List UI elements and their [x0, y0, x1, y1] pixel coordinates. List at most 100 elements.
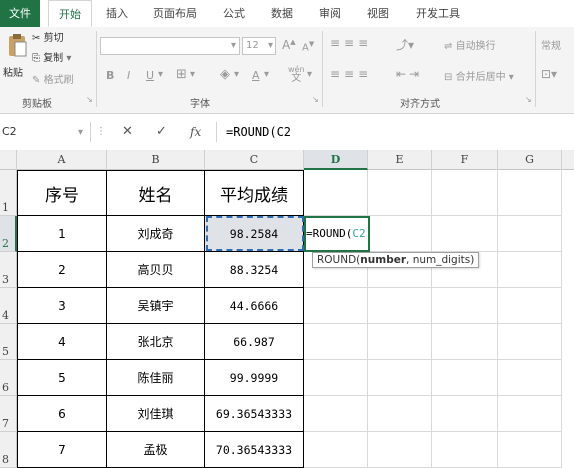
column-header-b[interactable]: B [107, 150, 205, 170]
tab-formulas[interactable]: 公式 [216, 0, 252, 27]
cell[interactable] [304, 324, 368, 360]
column-header-g[interactable]: G [498, 150, 562, 170]
tab-view[interactable]: 视图 [360, 0, 396, 27]
enter-icon[interactable]: ✓ [156, 122, 167, 142]
spreadsheet-grid[interactable]: A B C D E F G 1 2 3 4 5 6 7 8 序号 姓名 平均成绩… [0, 150, 574, 468]
table-cell[interactable]: 刘佳琪 [107, 396, 205, 432]
cell[interactable] [368, 360, 432, 396]
row-header-5[interactable]: 5 [0, 324, 17, 360]
cell[interactable] [498, 432, 562, 468]
table-cell[interactable]: 88.3254 [205, 252, 304, 288]
grow-font-button[interactable]: A▲ [282, 38, 296, 52]
cell[interactable] [368, 170, 432, 216]
underline-button[interactable]: U [146, 69, 154, 82]
name-box-dropdown-icon[interactable]: ▾ [78, 127, 83, 138]
table-cell[interactable]: 70.36543333 [205, 432, 304, 468]
currency-icon[interactable]: ⊡▾ [541, 67, 557, 81]
cell[interactable] [432, 360, 498, 396]
tab-home[interactable]: 开始 [48, 0, 92, 27]
font-size-combo[interactable]: 12 ▾ [242, 37, 276, 55]
bold-button[interactable]: B [106, 69, 114, 82]
table-header-cell[interactable]: 姓名 [107, 170, 205, 216]
cell[interactable] [368, 324, 432, 360]
formula-input[interactable]: =ROUND(C2 [226, 122, 291, 142]
table-cell[interactable]: 6 [17, 396, 107, 432]
cell[interactable] [304, 170, 368, 216]
cell[interactable] [498, 288, 562, 324]
cell[interactable] [498, 252, 562, 288]
cell[interactable] [368, 396, 432, 432]
cell[interactable] [498, 170, 562, 216]
column-header-d[interactable]: D [304, 150, 368, 170]
paste-icon[interactable] [6, 33, 28, 59]
row-header-6[interactable]: 6 [0, 360, 17, 396]
cell[interactable] [498, 216, 562, 252]
cell[interactable] [432, 170, 498, 216]
phonetic-button[interactable]: wén 文 [288, 65, 305, 84]
table-cell[interactable]: 刘成奇 [107, 216, 205, 252]
cell[interactable] [432, 288, 498, 324]
cell[interactable] [304, 396, 368, 432]
paste-button[interactable]: 粘贴 [3, 64, 23, 79]
row-header-8[interactable]: 8 [0, 432, 17, 468]
wrap-text-button[interactable]: ⇌ 自动换行 [444, 37, 496, 52]
merge-center-button[interactable]: ⊟ 合并后居中 ▾ [444, 68, 514, 83]
cell[interactable] [304, 432, 368, 468]
cell[interactable] [304, 360, 368, 396]
insert-function-icon[interactable]: fx [190, 122, 201, 142]
cell[interactable] [498, 324, 562, 360]
row-header-4[interactable]: 4 [0, 288, 17, 324]
border-icon[interactable]: ⊞ [176, 67, 187, 82]
table-cell[interactable]: 69.36543333 [205, 396, 304, 432]
tab-developer[interactable]: 开发工具 [408, 0, 468, 27]
table-cell[interactable]: 3 [17, 288, 107, 324]
tab-page-layout[interactable]: 页面布局 [146, 0, 204, 27]
table-cell[interactable]: 4 [17, 324, 107, 360]
alignment-launcher-icon[interactable]: ↘ [525, 95, 532, 104]
cell[interactable] [432, 396, 498, 432]
cell[interactable] [368, 216, 432, 252]
column-header-c[interactable]: C [205, 150, 304, 170]
table-cell[interactable]: 高贝贝 [107, 252, 205, 288]
font-color-icon[interactable]: A [252, 69, 260, 82]
table-cell[interactable]: 张北京 [107, 324, 205, 360]
tab-file[interactable]: 文件 [0, 0, 40, 27]
copy-button[interactable]: ⎘ 复制 ▾ [32, 49, 71, 64]
shrink-font-button[interactable]: A▼ [302, 40, 314, 53]
function-tooltip[interactable]: ROUND(number, num_digits) [312, 252, 480, 268]
align-horizontal-icons[interactable]: ≡≡≡ [330, 67, 372, 81]
cell[interactable] [498, 396, 562, 432]
cut-button[interactable]: ✂ 剪切 [32, 29, 64, 44]
table-cell[interactable]: 1 [17, 216, 107, 252]
cell[interactable] [432, 432, 498, 468]
indent-icons[interactable]: ⇤⇥ [396, 67, 422, 81]
row-header-1[interactable]: 1 [0, 170, 17, 216]
tab-review[interactable]: 审阅 [312, 0, 348, 27]
table-header-cell[interactable]: 序号 [17, 170, 107, 216]
column-header-a[interactable]: A [17, 150, 107, 170]
row-header-7[interactable]: 7 [0, 396, 17, 432]
tab-data[interactable]: 数据 [264, 0, 300, 27]
row-header-2[interactable]: 2 [0, 216, 17, 252]
row-header-3[interactable]: 3 [0, 252, 17, 288]
cell[interactable] [368, 288, 432, 324]
cell[interactable] [368, 432, 432, 468]
align-top-icons[interactable]: ≡≡≡ [330, 36, 372, 50]
column-header-f[interactable]: F [432, 150, 498, 170]
table-cell[interactable]: 孟极 [107, 432, 205, 468]
active-cell-editor[interactable]: =ROUND(C2 [304, 216, 370, 252]
table-cell[interactable]: 66.987 [205, 324, 304, 360]
font-name-combo[interactable]: ▾ [100, 37, 240, 55]
table-cell[interactable]: 陈佳丽 [107, 360, 205, 396]
fill-color-icon[interactable]: ◈ [220, 67, 230, 82]
cell[interactable] [432, 324, 498, 360]
number-format-combo[interactable]: 常规 [541, 37, 561, 52]
table-cell[interactable]: 7 [17, 432, 107, 468]
italic-button[interactable]: I [127, 69, 130, 82]
table-cell[interactable]: 99.9999 [205, 360, 304, 396]
clipboard-launcher-icon[interactable]: ↘ [86, 95, 93, 104]
table-cell[interactable]: 吴镇宇 [107, 288, 205, 324]
orientation-icon[interactable]: ⤴▾ [396, 36, 414, 53]
table-cell[interactable]: 44.6666 [205, 288, 304, 324]
cancel-icon[interactable]: ✕ [122, 122, 133, 142]
